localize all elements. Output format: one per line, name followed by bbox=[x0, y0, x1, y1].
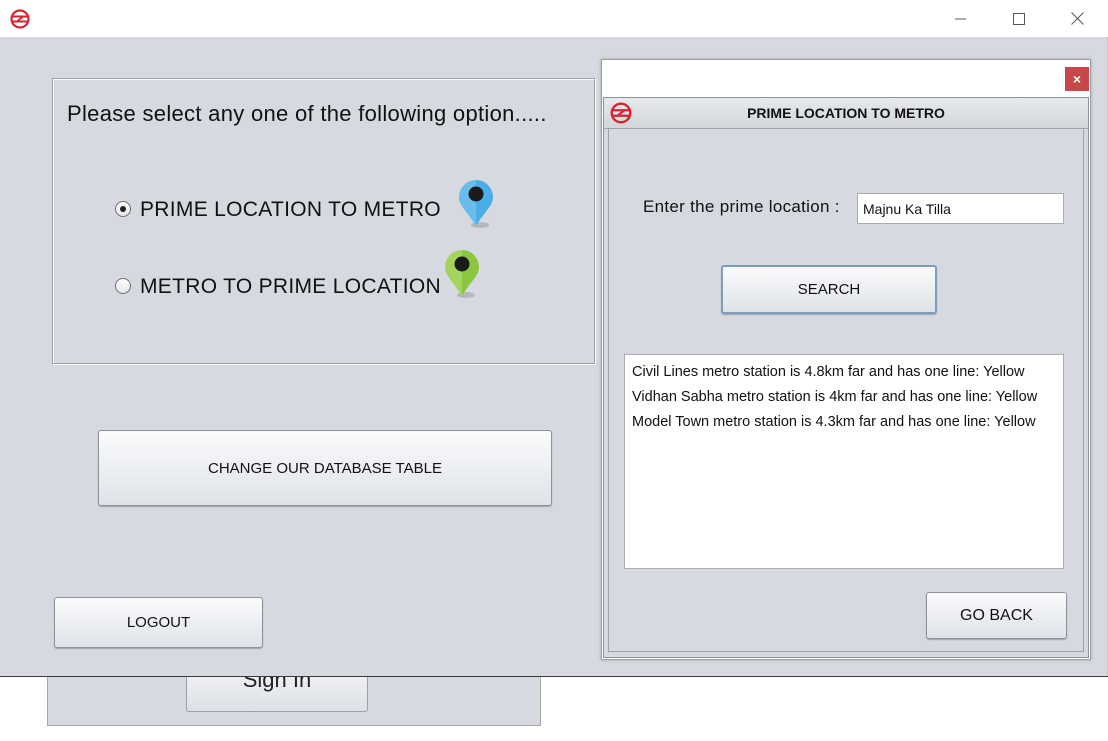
map-pin-icon bbox=[445, 250, 479, 298]
search-button[interactable]: SEARCH bbox=[721, 265, 937, 314]
change-database-button[interactable]: CHANGE OUR DATABASE TABLE bbox=[98, 430, 552, 506]
dialog-close-button[interactable]: × bbox=[1065, 67, 1089, 91]
go-back-button[interactable]: GO BACK bbox=[926, 592, 1067, 639]
prime-location-label: Enter the prime location : bbox=[643, 197, 840, 216]
maximize-icon bbox=[1013, 12, 1025, 25]
options-title: Please select any one of the following o… bbox=[67, 101, 547, 126]
results-list[interactable]: Civil Lines metro station is 4.8km far a… bbox=[624, 354, 1064, 569]
window-bottom-edge bbox=[0, 676, 1108, 677]
maximize-button[interactable] bbox=[996, 0, 1042, 37]
minimize-button[interactable] bbox=[938, 0, 984, 37]
logout-button[interactable]: LOGOUT bbox=[54, 597, 263, 648]
radio-prime-to-metro[interactable] bbox=[115, 201, 131, 217]
close-icon bbox=[1070, 12, 1084, 25]
close-button[interactable] bbox=[1054, 0, 1100, 37]
radio-metro-to-prime[interactable] bbox=[115, 278, 131, 294]
dialog-title: PRIME LOCATION TO METRO bbox=[747, 105, 945, 121]
map-pin-icon bbox=[459, 180, 493, 228]
result-item: Vidhan Sabha metro station is 4km far an… bbox=[632, 389, 1038, 405]
metro-logo-icon bbox=[10, 9, 30, 29]
radio-label-prime-to-metro[interactable]: PRIME LOCATION TO METRO bbox=[140, 198, 441, 222]
prime-location-input[interactable] bbox=[857, 193, 1064, 224]
minimize-icon bbox=[955, 18, 966, 19]
result-item: Civil Lines metro station is 4.8km far a… bbox=[632, 364, 1025, 380]
title-bar bbox=[0, 0, 1108, 37]
radio-label-metro-to-prime[interactable]: METRO TO PRIME LOCATION bbox=[140, 275, 441, 299]
result-item: Model Town metro station is 4.3km far an… bbox=[632, 414, 1036, 430]
